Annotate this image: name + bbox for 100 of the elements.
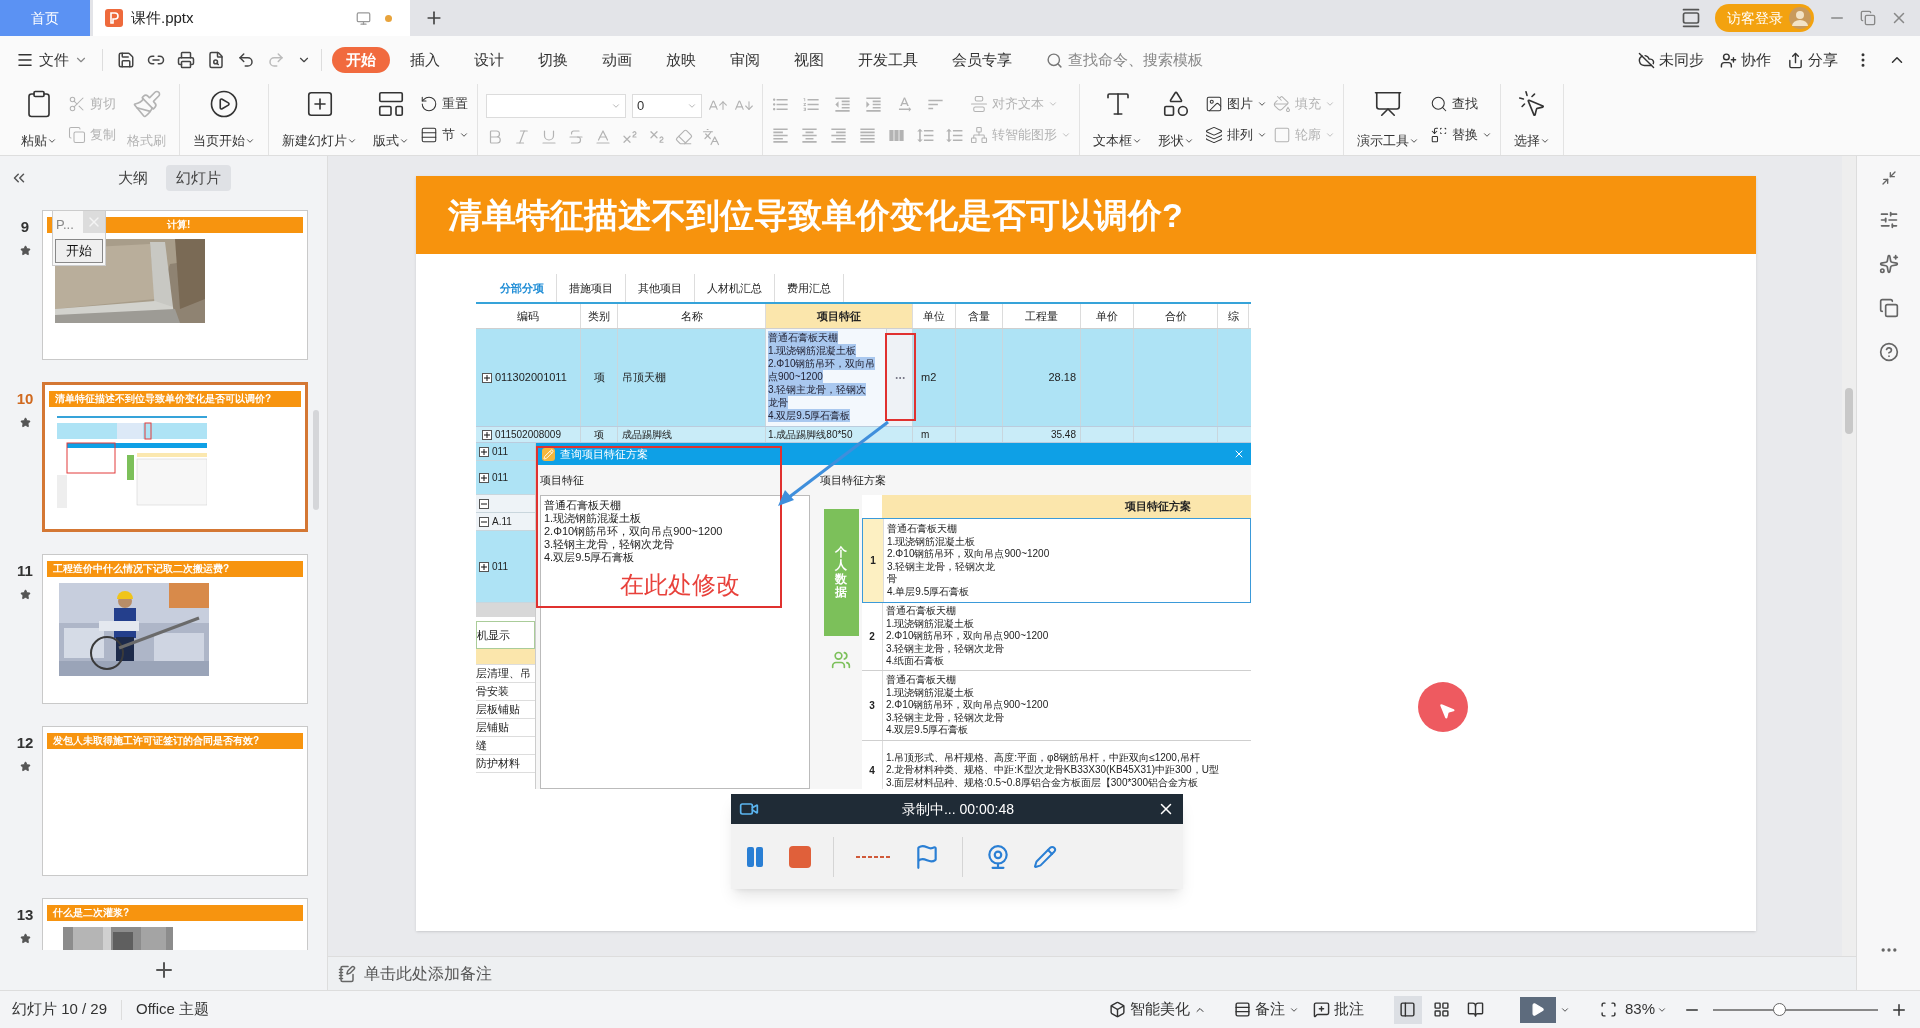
table-row[interactable]: 011502008009 项 成品踢脚线 1.成品踢脚线80*50 m 35.48 [476, 427, 1251, 443]
ribbon-button[interactable]: 查找 [1430, 94, 1492, 114]
table-cell-text: 011502008009 [495, 428, 561, 442]
table-cell-text: 1.成品踢脚线80*50 [767, 428, 854, 442]
table-row[interactable]: 011 [476, 443, 535, 461]
slide-number: 11 [17, 561, 33, 581]
table-cell: 普通石膏板天棚 1.现浇钢筋混凝土板 2.Φ10钢筋吊环，双向吊点900~1200 3.轻钢主龙骨，轻钢次龙骨 4.纸面石膏板 [882, 603, 1251, 670]
ribbon-tab[interactable]: 开发工具 [844, 47, 932, 73]
table-cell: 层板铺贴 [476, 701, 535, 719]
ribbon-tab[interactable]: 切换 [524, 47, 582, 73]
slide-title: 发包人未取得施工许可证签订的合同是否有效? [53, 736, 260, 746]
toolbar-action[interactable]: 分享 [1787, 48, 1838, 72]
table-cell-text: 成品踢脚线 [622, 428, 672, 442]
slide-number: 10 [16, 389, 34, 409]
table-cell-text: 28.18 [1048, 370, 1076, 386]
table-cell: 缝 [476, 737, 535, 755]
table-cell: 层铺贴 [476, 719, 535, 737]
search-field[interactable]: 查找命令、搜索模板 [1068, 48, 1268, 72]
table-cell-text: 011302001011 [495, 370, 567, 386]
table-row[interactable]: A.11 [476, 513, 535, 531]
dialog-title: 查询项目特征方案 [560, 446, 649, 462]
comments-button[interactable]: 批注 [1312, 998, 1364, 1021]
table-cell-text: 011 [492, 560, 508, 574]
column-header: 项目特征 [766, 304, 913, 328]
ribbon-button[interactable]: 选择 [1509, 88, 1555, 151]
ribbon-tab[interactable]: 会员专享 [938, 47, 1026, 73]
slide-title: 计算! [167, 220, 191, 230]
ribbon-button[interactable]: 版式 [368, 88, 414, 151]
ribbon-button[interactable]: 演示工具 [1352, 88, 1424, 151]
start-button[interactable]: 开始 [55, 239, 103, 263]
theme-name: Office 主题 [136, 999, 210, 1020]
table-cell-text: 项 [593, 370, 605, 386]
app-tab[interactable]: 其他项目 [626, 274, 695, 302]
ribbon-tab[interactable]: 视图 [780, 47, 838, 73]
column-header: 项目特征方案 [882, 495, 1251, 518]
slide-title: 什么是二次灌浆? [53, 908, 130, 918]
field-label: 项目特征 [540, 472, 585, 488]
table-cell-text: A.11 [492, 515, 512, 529]
row-number: 1 [863, 519, 883, 602]
app-tab[interactable]: 措施项目 [557, 274, 626, 302]
slide-counter: 幻灯片 10 / 29 [12, 999, 108, 1020]
table-row[interactable]: 2 普通石膏板天棚 1.现浇钢筋混凝土板 2.Φ10钢筋吊环，双向吊点900~1200 3.轻钢主龙骨，轻钢次龙骨 4.纸面石膏板 [862, 603, 1251, 671]
table-cell: 普通石膏板天棚 1.现浇钢筋混凝土板 2.Φ10钢筋吊环，双向吊 点900~1200 3.轻钢主龙骨，轻钢次 龙骨 4.双层9.5厚石膏板 [766, 329, 886, 426]
file-menu[interactable]: 文件 [16, 48, 88, 72]
table-cell-text: 吊顶天棚 [622, 370, 666, 386]
table-row[interactable]: 011302001011 项 吊顶天棚 普通石膏板天棚 1.现浇钢筋混凝土板 2.Φ10钢筋吊环，双向吊 点900~1200 3.轻钢主龙骨，轻钢次 龙骨 4.双层9.5厚石膏板 m2 28.18 [476, 329, 1251, 427]
table-cell: 层清理、吊 [476, 665, 535, 683]
table-cell: 普通石膏板天棚 1.现浇钢筋混凝土板 2.Φ10钢筋吊环，双向吊点900~1200 3.轻钢主龙骨，轻钢次龙骨 4.双层9.5厚石膏板 [882, 671, 1251, 740]
slide-number: 9 [20, 217, 30, 237]
ribbon-button[interactable]: 排列 [1205, 125, 1267, 145]
slide-title: 清单特征描述不到位导致单价变化是否可以调价? [448, 194, 1183, 236]
ribbon-button[interactable]: 图片 [1205, 94, 1267, 114]
pane-tab[interactable]: 幻灯片 [166, 165, 231, 191]
document-tab[interactable]: 课件.pptx [93, 0, 410, 36]
popup-title: P... [55, 216, 75, 234]
table-cell-text: 35.48 [1050, 428, 1076, 442]
ribbon-button[interactable]: 替换 [1430, 125, 1492, 145]
annotation-text: 在此处修改 [620, 570, 740, 600]
toolbar-action[interactable]: 协作 [1720, 48, 1771, 72]
pane-tab[interactable]: 大纲 [108, 165, 158, 191]
app-tab[interactable]: 费用汇总 [775, 274, 844, 302]
ribbon-button[interactable]: 文本框 [1088, 88, 1147, 151]
slide-number: 12 [16, 733, 34, 753]
ribbon-button[interactable]: 形状 [1153, 88, 1199, 151]
recorder-status: 录制中... 00:00:48 [900, 799, 1016, 819]
ribbon-button[interactable]: 粘贴 [16, 88, 62, 151]
beautify-button[interactable]: 智能美化 [1108, 998, 1206, 1021]
table-cell-text: 011 [492, 471, 508, 485]
app-tab[interactable]: 人材机汇总 [695, 274, 775, 302]
table-row[interactable]: 011 [476, 531, 535, 603]
table-cell: 防护材料 [476, 755, 535, 773]
notes-button[interactable]: 备注 [1233, 998, 1299, 1021]
ribbon-button[interactable]: 节 [420, 125, 469, 145]
notes-field[interactable]: 单击此处添加备注 [328, 956, 1856, 990]
table-cell-text: m2 [921, 370, 937, 386]
zoom-level[interactable]: 83% [1624, 998, 1655, 1021]
table-row[interactable]: 1 普通石膏板天棚 1.现浇钢筋混凝土板 2.Φ10钢筋吊环，双向吊点900~1200 3.轻钢主龙骨，轻钢次龙 骨 4.单层9.5厚石膏板 [862, 518, 1251, 603]
table-cell: 普通石膏板天棚 1.现浇钢筋混凝土板 2.Φ10钢筋吊环，双向吊点900~1200 3.轻钢主龙骨，轻钢次龙 骨 4.单层9.5厚石膏板 [883, 519, 1250, 602]
table-cell: 骨安装 [476, 683, 535, 701]
table-row[interactable]: 011 [476, 461, 535, 495]
table-cell-text: 项 [594, 428, 604, 442]
ribbon-tab[interactable]: 插入 [396, 47, 454, 73]
ribbon-button[interactable]: 重置 [420, 94, 469, 114]
slide-number: 13 [16, 905, 34, 925]
app-tab[interactable]: 分部分项 [488, 274, 557, 302]
ribbon-tab[interactable]: 审阅 [716, 47, 774, 73]
side-tab-label: 个人数据 [835, 546, 847, 599]
field-label: 项目特征方案 [820, 472, 887, 488]
ribbon-button[interactable]: 新建幻灯片 [277, 88, 362, 151]
notes-input[interactable]: 单击此处添加备注 [364, 961, 1856, 986]
table-cell-text: m [921, 428, 930, 442]
ribbon-button[interactable]: 当页开始 [188, 88, 260, 151]
toolbar-action[interactable]: 未同步 [1638, 48, 1704, 72]
slide-title: 清单特征描述不到位导致单价变化是否可以调价? [55, 394, 272, 404]
ribbon-tab[interactable]: 放映 [652, 47, 710, 73]
panel-tab[interactable]: 机显示 [476, 621, 535, 649]
ribbon-tab[interactable]: 动画 [588, 47, 646, 73]
table-row[interactable]: 3 普通石膏板天棚 1.现浇钢筋混凝土板 2.Φ10钢筋吊环，双向吊点900~1200 3.轻钢主龙骨，轻钢次龙骨 4.双层9.5厚石膏板 [862, 671, 1251, 741]
ribbon-tab[interactable]: 设计 [460, 47, 518, 73]
table-cell-text: 011 [492, 445, 508, 459]
